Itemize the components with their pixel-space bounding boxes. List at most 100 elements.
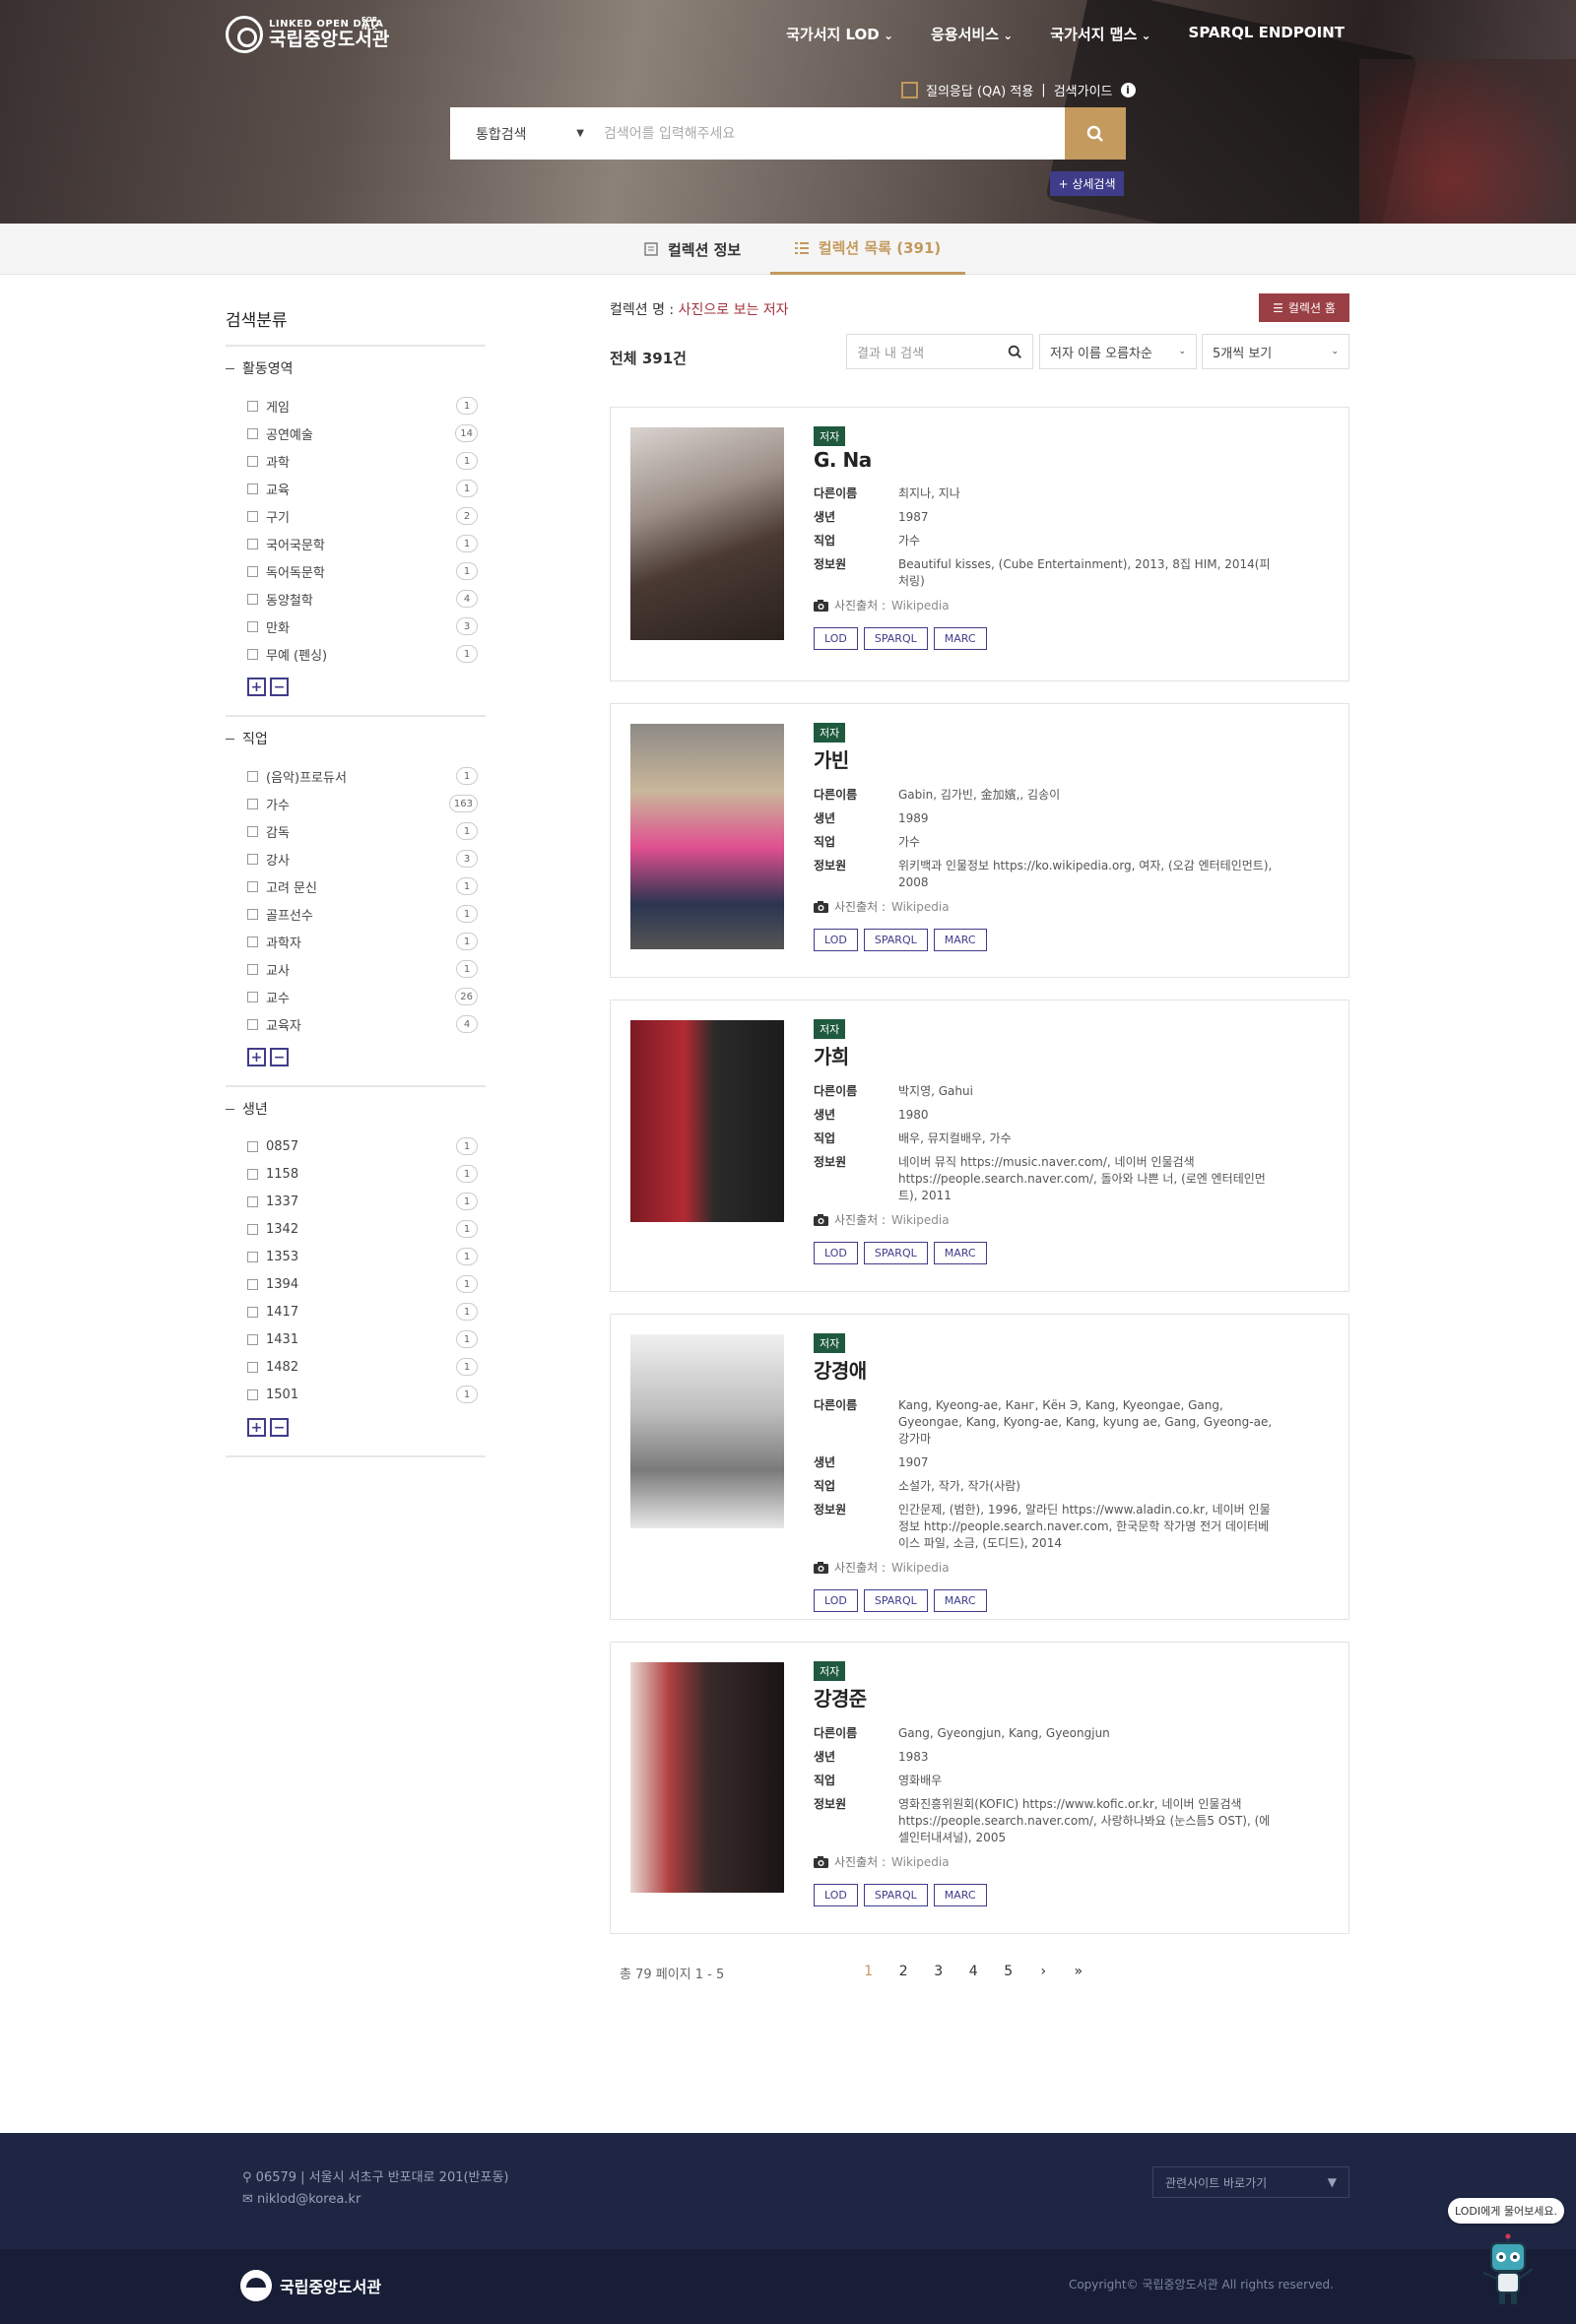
marc-button[interactable]: MARC [933,929,987,951]
filter-checkbox[interactable] [247,483,258,494]
marc-button[interactable]: MARC [933,1884,987,1906]
expand-less-button[interactable]: − [270,1418,289,1437]
filter-option[interactable]: 교육자 4 [226,1010,486,1038]
filter-option[interactable]: 독어독문학 1 [226,557,486,585]
photo-source-value[interactable]: Wikipedia [891,1855,950,1869]
filter-option[interactable]: 교수 26 [226,983,486,1010]
photo-source-value[interactable]: Wikipedia [891,1561,950,1575]
photo-source-value[interactable]: Wikipedia [891,1213,950,1227]
filter-checkbox[interactable] [247,880,258,892]
qa-checkbox[interactable] [901,82,918,98]
author-photo[interactable] [630,1020,784,1222]
page-link[interactable]: 1 [851,1964,886,1979]
filter-checkbox[interactable] [247,538,258,549]
filter-option[interactable]: 1482 1 [226,1353,486,1381]
filter-checkbox[interactable] [247,1018,258,1030]
filter-option[interactable]: 0857 1 [226,1132,486,1160]
filter-checkbox[interactable] [247,1278,258,1290]
tab-collection-list[interactable]: 컬렉션 목록 (391) [770,224,965,275]
filter-checkbox[interactable] [247,825,258,837]
marc-button[interactable]: MARC [933,1589,987,1612]
sparql-button[interactable]: SPARQL [863,929,928,951]
filter-option[interactable]: 국어국문학 1 [226,530,486,557]
filter-option[interactable]: 1417 1 [226,1298,486,1325]
author-name[interactable]: 강경준 [814,1683,1277,1711]
sort-select[interactable]: 저자 이름 오름차순 ⌄ [1039,334,1197,369]
author-photo[interactable] [630,1334,784,1528]
filter-checkbox[interactable] [247,1251,258,1262]
filter-checkbox[interactable] [247,991,258,1002]
nav-apps[interactable]: 응용서비스 [931,24,1013,44]
filter-option[interactable]: 과학자 1 [226,928,486,955]
search-scope-select[interactable]: 통합검색 ▼ [450,107,604,160]
page-size-select[interactable]: 5개씩 보기 ⌄ [1202,334,1349,369]
filter-option[interactable]: 구기 2 [226,502,486,530]
lod-button[interactable]: LOD [814,929,858,951]
filter-option[interactable]: 무예 (펜싱) 1 [226,640,486,668]
footer-email[interactable]: niklod@korea.kr [257,2192,361,2207]
filter-option[interactable]: 강사 3 [226,845,486,872]
author-name[interactable]: 강경애 [814,1355,1277,1384]
page-link[interactable]: 3 [921,1964,956,1979]
filter-option[interactable]: 골프선수 1 [226,900,486,928]
expand-more-button[interactable]: + [247,1048,266,1066]
tab-collection-info[interactable]: 컬렉션 정보 [644,224,741,275]
lod-button[interactable]: LOD [814,1884,858,1906]
author-name[interactable]: 가희 [814,1041,1277,1069]
nav-maps[interactable]: 국가서지 맵스 [1050,24,1150,44]
filter-checkbox[interactable] [247,648,258,660]
author-name[interactable]: 가빈 [814,744,1277,773]
filter-checkbox[interactable] [247,1195,258,1207]
filter-checkbox[interactable] [247,770,258,782]
chatbot-bubble[interactable]: LODI에게 물어보세요. [1448,2198,1564,2224]
info-icon[interactable]: i [1120,83,1136,97]
chatbot-robot-icon[interactable] [1478,2233,1537,2308]
sparql-button[interactable]: SPARQL [863,627,928,650]
filter-checkbox[interactable] [247,936,258,947]
filter-checkbox[interactable] [247,565,258,577]
lod-button[interactable]: LOD [814,627,858,650]
page-link[interactable]: 4 [956,1964,992,1979]
related-sites-select[interactable]: 관련사이트 바로가기 ▼ [1152,2166,1349,2198]
sparql-button[interactable]: SPARQL [863,1884,928,1906]
photo-source-value[interactable]: Wikipedia [891,900,950,914]
filter-checkbox[interactable] [247,510,258,522]
site-logo[interactable]: LINKED OPEN DATA 국립중앙도서관 FOR NLK [226,16,389,53]
marc-button[interactable]: MARC [933,1242,987,1264]
expand-less-button[interactable]: − [270,678,289,696]
filter-checkbox[interactable] [247,427,258,439]
filter-option[interactable]: 1158 1 [226,1160,486,1188]
lod-button[interactable]: LOD [814,1589,858,1612]
filter-option[interactable]: 과학 1 [226,447,486,475]
filter-option[interactable]: 1431 1 [226,1325,486,1353]
filter-checkbox[interactable] [247,400,258,412]
filter-checkbox[interactable] [247,1168,258,1180]
filter-option[interactable]: 게임 1 [226,392,486,420]
filter-checkbox[interactable] [247,620,258,632]
search-icon[interactable] [1008,345,1022,359]
nav-lod[interactable]: 국가서지 LOD [786,24,893,44]
filter-group-title[interactable]: 생년 [226,1099,486,1119]
author-photo[interactable] [630,724,784,949]
filter-option[interactable]: 공연예술 14 [226,420,486,447]
sparql-button[interactable]: SPARQL [863,1589,928,1612]
expand-less-button[interactable]: − [270,1048,289,1066]
advanced-search-button[interactable]: + 상세검색 [1050,171,1124,196]
author-name[interactable]: G. Na [814,448,1277,472]
expand-more-button[interactable]: + [247,678,266,696]
filter-checkbox[interactable] [247,593,258,605]
filter-group-title[interactable]: 직업 [226,729,486,748]
filter-checkbox[interactable] [247,798,258,809]
marc-button[interactable]: MARC [933,627,987,650]
filter-checkbox[interactable] [247,853,258,865]
filter-option[interactable]: 1342 1 [226,1215,486,1243]
search-guide-link[interactable]: 검색가이드 [1054,81,1113,99]
sparql-button[interactable]: SPARQL [863,1242,928,1264]
filter-option[interactable]: 가수 163 [226,790,486,817]
author-photo[interactable] [630,427,784,640]
filter-option[interactable]: 감독 1 [226,817,486,845]
expand-more-button[interactable]: + [247,1418,266,1437]
author-photo[interactable] [630,1662,784,1893]
search-input[interactable] [604,107,1065,160]
filter-group-title[interactable]: 활동영역 [226,358,486,378]
